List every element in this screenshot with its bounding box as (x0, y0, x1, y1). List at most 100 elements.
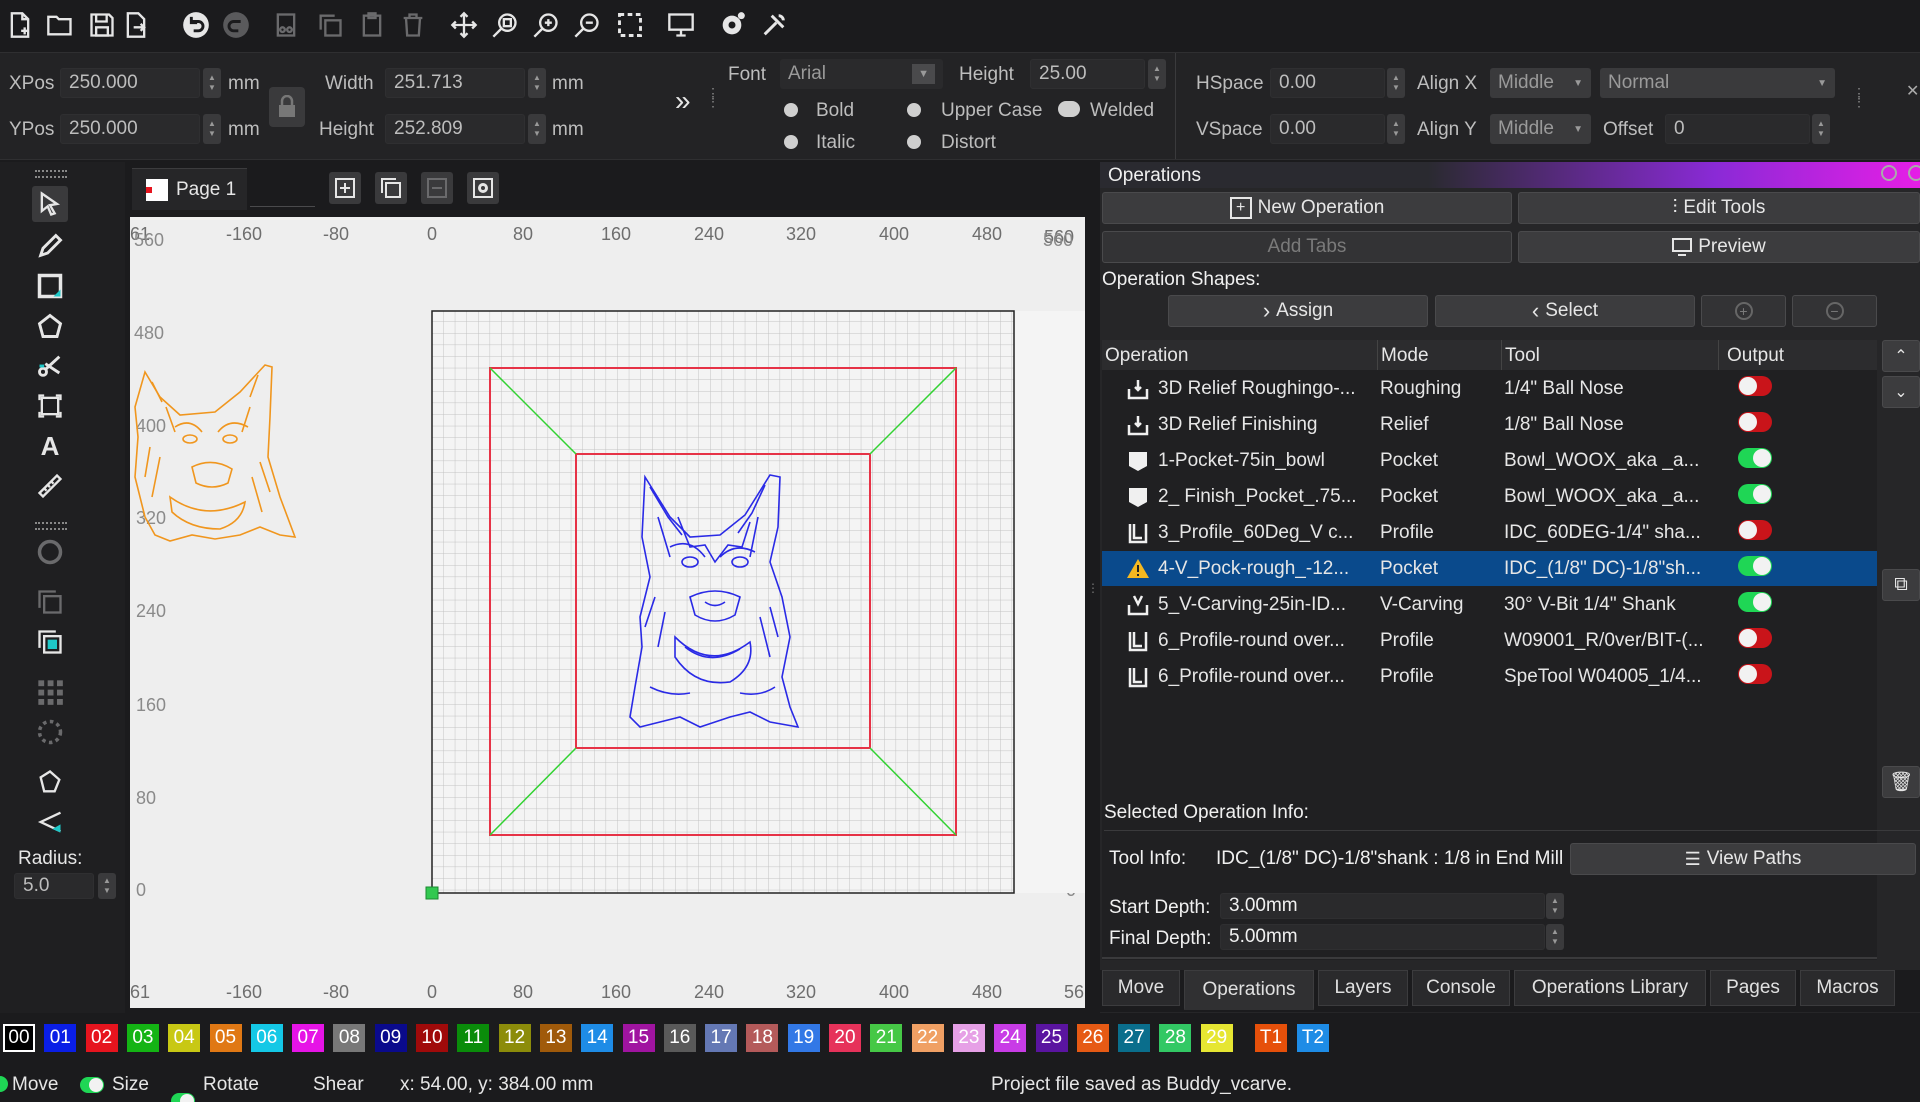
float-icon[interactable] (1881, 165, 1897, 181)
selection-box-icon[interactable] (32, 388, 68, 424)
layer-swatch[interactable]: 04 (168, 1024, 201, 1052)
table-row[interactable]: 3D Relief Finishing Relief 1/8" Ball Nose (1102, 407, 1877, 442)
layer-swatch[interactable]: 29 (1200, 1024, 1233, 1052)
column-mode[interactable]: Mode (1378, 340, 1502, 370)
move-up-button[interactable]: ⌃ (1882, 340, 1920, 372)
layer-swatch[interactable]: 00 (3, 1024, 35, 1052)
copy-shape-icon[interactable] (32, 584, 68, 620)
remove-page-button[interactable] (421, 172, 453, 204)
duplicate-operation-button[interactable]: ⧉ (1882, 569, 1920, 601)
font-select[interactable]: Arial ▼ (780, 59, 943, 89)
monitor-icon[interactable] (663, 7, 699, 43)
layer-swatch[interactable]: 11 (457, 1024, 490, 1052)
table-row[interactable]: 5_V-Carving-25in-ID... V-Carving 30° V-Bit… (1102, 587, 1877, 622)
layer-swatch[interactable]: 03 (126, 1024, 159, 1052)
rectangle-icon[interactable] (32, 268, 68, 304)
layer-swatch[interactable]: T1 (1255, 1024, 1287, 1052)
table-row[interactable]: 6_Profile-round over... Profile SpeTool W0… (1102, 659, 1877, 694)
width-field[interactable]: 251.713 (385, 68, 525, 98)
tab-console[interactable]: Console (1412, 970, 1510, 1006)
output-toggle[interactable] (1738, 663, 1772, 684)
bold-checkbox[interactable] (784, 103, 798, 117)
welded-toggle[interactable] (1058, 101, 1080, 117)
layer-swatch[interactable]: 20 (829, 1024, 861, 1052)
radius-field[interactable]: 5.0 (14, 873, 94, 899)
start-depth-stepper[interactable]: ▲ ▼ (1546, 893, 1564, 919)
page-settings-button[interactable] (467, 172, 499, 204)
settings-icon[interactable] (714, 7, 750, 43)
final-depth-field[interactable]: 5.00mm (1220, 924, 1545, 950)
drag-handle-icon[interactable]: ⋮ ⋮ (1852, 86, 1866, 108)
layer-swatch[interactable]: 07 (292, 1024, 325, 1052)
layer-swatch[interactable]: 06 (250, 1024, 283, 1052)
select-button[interactable]: ‹ Select (1435, 295, 1695, 327)
output-toggle[interactable] (1738, 447, 1772, 468)
copy-page-button[interactable] (375, 172, 407, 204)
layer-swatch[interactable]: 25 (1035, 1024, 1068, 1052)
close-icon[interactable]: ✕ (1906, 81, 1919, 101)
layer-swatch[interactable]: 21 (870, 1024, 903, 1052)
tab-macros[interactable]: Macros (1800, 970, 1895, 1006)
layer-swatch[interactable]: 28 (1159, 1024, 1192, 1052)
new-operation-button[interactable]: + New Operation (1102, 192, 1512, 224)
offset-field[interactable]: 0 (1665, 114, 1810, 144)
column-output[interactable]: Output (1719, 340, 1877, 370)
cut-icon[interactable] (268, 7, 304, 43)
output-toggle[interactable] (1738, 627, 1772, 648)
open-folder-icon[interactable] (42, 7, 78, 43)
remove-shape-button[interactable]: − (1792, 295, 1877, 327)
tools-icon[interactable] (756, 7, 792, 43)
align-x-select[interactable]: Middle ▼ (1490, 68, 1591, 98)
align-y-select[interactable]: Middle ▼ (1490, 114, 1591, 144)
workspace-drawing[interactable] (130, 217, 1085, 1008)
size-toggle[interactable] (80, 1077, 104, 1093)
layer-swatch[interactable]: 08 (333, 1024, 366, 1052)
column-tool[interactable]: Tool (1502, 340, 1719, 370)
layer-swatch[interactable]: 18 (746, 1024, 779, 1052)
xpos-stepper[interactable]: ▲ ▼ (203, 68, 221, 98)
circle-icon[interactable] (32, 534, 68, 570)
output-toggle[interactable] (1738, 375, 1772, 396)
export-icon[interactable] (118, 7, 154, 43)
layer-swatch[interactable]: 23 (952, 1024, 985, 1052)
ypos-field[interactable]: 250.000 (60, 114, 200, 144)
layer-swatch[interactable]: 09 (374, 1024, 407, 1052)
add-tabs-button[interactable]: Add Tabs (1102, 231, 1512, 263)
height-stepper[interactable]: ▲ ▼ (528, 114, 546, 144)
undo-icon[interactable] (178, 7, 214, 43)
pen-icon[interactable] (32, 228, 68, 264)
edit-tools-button[interactable]: ⫶ Edit Tools (1518, 192, 1920, 224)
ypos-stepper[interactable]: ▲ ▼ (203, 114, 221, 144)
distort-checkbox[interactable] (907, 135, 921, 149)
delete-operation-button[interactable]: 🗑 (1882, 766, 1920, 798)
add-page-button[interactable] (329, 172, 361, 204)
upper-case-checkbox[interactable] (907, 103, 921, 117)
table-row[interactable]: 1-Pocket-75in_bowl Pocket Bowl_WOOX_aka _a… (1102, 443, 1877, 478)
polygon-icon[interactable] (32, 308, 68, 344)
text-mode-select[interactable]: Normal ▼ (1600, 68, 1835, 98)
xpos-field[interactable]: 250.000 (60, 68, 200, 98)
layer-swatch[interactable]: 01 (44, 1024, 77, 1052)
text-icon[interactable]: A (32, 428, 68, 464)
scissors-icon[interactable] (32, 348, 68, 384)
drag-handle-icon[interactable] (35, 170, 67, 178)
output-toggle[interactable] (1738, 519, 1772, 540)
rotate-shape-icon[interactable] (32, 764, 68, 800)
add-shape-button[interactable]: + (1701, 295, 1786, 327)
dog-vector-orange[interactable] (134, 364, 297, 542)
select-area-icon[interactable] (612, 7, 648, 43)
tab-pages[interactable]: Pages (1710, 970, 1796, 1006)
ruler-icon[interactable] (32, 468, 68, 504)
layer-swatch[interactable]: 16 (663, 1024, 696, 1052)
pointer-icon[interactable] (32, 186, 68, 222)
layer-swatch[interactable]: 24 (994, 1024, 1027, 1052)
tab-move[interactable]: Move (1102, 970, 1180, 1006)
table-row[interactable]: 2_ Finish_Pocket_.75... Pocket Bowl_WOOX_a… (1102, 479, 1877, 514)
layer-swatch[interactable]: 05 (209, 1024, 242, 1052)
zoom-out-icon[interactable] (569, 7, 605, 43)
hspace-stepper[interactable]: ▲ ▼ (1387, 68, 1405, 98)
hspace-field[interactable]: 0.00 (1270, 68, 1385, 98)
move-down-button[interactable]: ⌄ (1882, 376, 1920, 408)
output-toggle[interactable] (1738, 483, 1772, 504)
column-operation[interactable]: Operation (1102, 340, 1378, 370)
